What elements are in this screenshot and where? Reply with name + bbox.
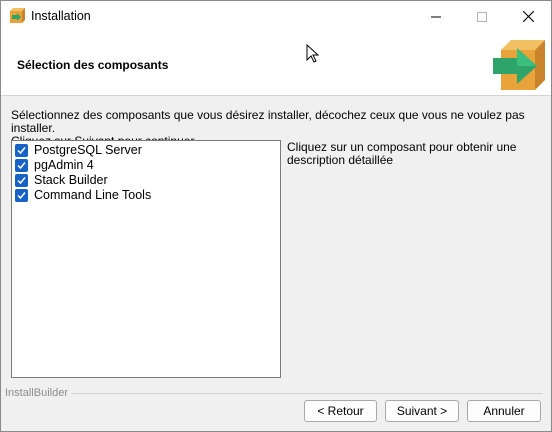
title-bar[interactable]: Installation <box>1 1 551 32</box>
checkbox-checked[interactable] <box>15 159 28 172</box>
check-icon <box>17 162 26 170</box>
component-item-command-line-tools[interactable]: Command Line Tools <box>15 188 277 203</box>
back-button[interactable]: < Retour <box>304 400 377 422</box>
footer-divider <box>71 393 543 394</box>
component-label: pgAdmin 4 <box>34 158 94 172</box>
check-icon <box>17 147 26 155</box>
footer-brand: InstallBuilder <box>5 387 68 399</box>
checkbox-checked[interactable] <box>15 174 28 187</box>
close-button[interactable] <box>505 1 551 32</box>
window-title: Installation <box>31 9 91 23</box>
installer-window: Installation Sélection des composants Sé… <box>0 0 552 432</box>
component-label: Command Line Tools <box>34 188 152 202</box>
component-item-postgresql-server[interactable]: PostgreSQL Server <box>15 143 277 158</box>
page-title: Sélection des composants <box>17 58 169 72</box>
minimize-button[interactable] <box>413 1 459 32</box>
cancel-button[interactable]: Annuler <box>467 400 541 422</box>
component-item-stack-builder[interactable]: Stack Builder <box>15 173 277 188</box>
installer-box-arrow-icon <box>493 40 545 90</box>
app-icon <box>10 8 25 23</box>
component-list[interactable]: PostgreSQL Server pgAdmin 4 Stack Builde… <box>11 140 281 378</box>
header-banner: Sélection des composants <box>1 32 551 96</box>
component-description: Cliquez sur un composant pour obtenir un… <box>287 140 517 167</box>
next-button[interactable]: Suivant > <box>385 400 459 422</box>
mouse-cursor-icon <box>306 44 320 63</box>
maximize-icon <box>477 11 487 22</box>
component-label: PostgreSQL Server <box>34 143 142 157</box>
component-label: Stack Builder <box>34 173 108 187</box>
maximize-button[interactable] <box>459 1 505 32</box>
check-icon <box>17 177 26 185</box>
checkbox-checked[interactable] <box>15 144 28 157</box>
close-icon <box>522 11 534 22</box>
checkbox-checked[interactable] <box>15 189 28 202</box>
instructions-line-1: Sélectionnez des composants que vous dés… <box>11 108 525 135</box>
check-icon <box>17 192 26 200</box>
minimize-icon <box>431 16 441 17</box>
component-item-pgadmin-4[interactable]: pgAdmin 4 <box>15 158 277 173</box>
